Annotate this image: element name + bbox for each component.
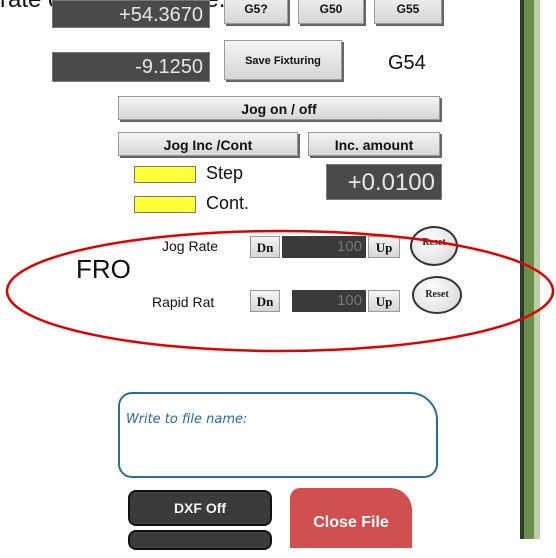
dxf-off-button[interactable]: DXF Off bbox=[128, 490, 272, 526]
write-file-label: Write to file name: bbox=[126, 412, 248, 427]
dxf-secondary-button[interactable] bbox=[128, 530, 272, 550]
close-file-button[interactable]: Close File bbox=[290, 488, 412, 548]
file-name-box[interactable]: Write to file name: bbox=[118, 392, 438, 478]
